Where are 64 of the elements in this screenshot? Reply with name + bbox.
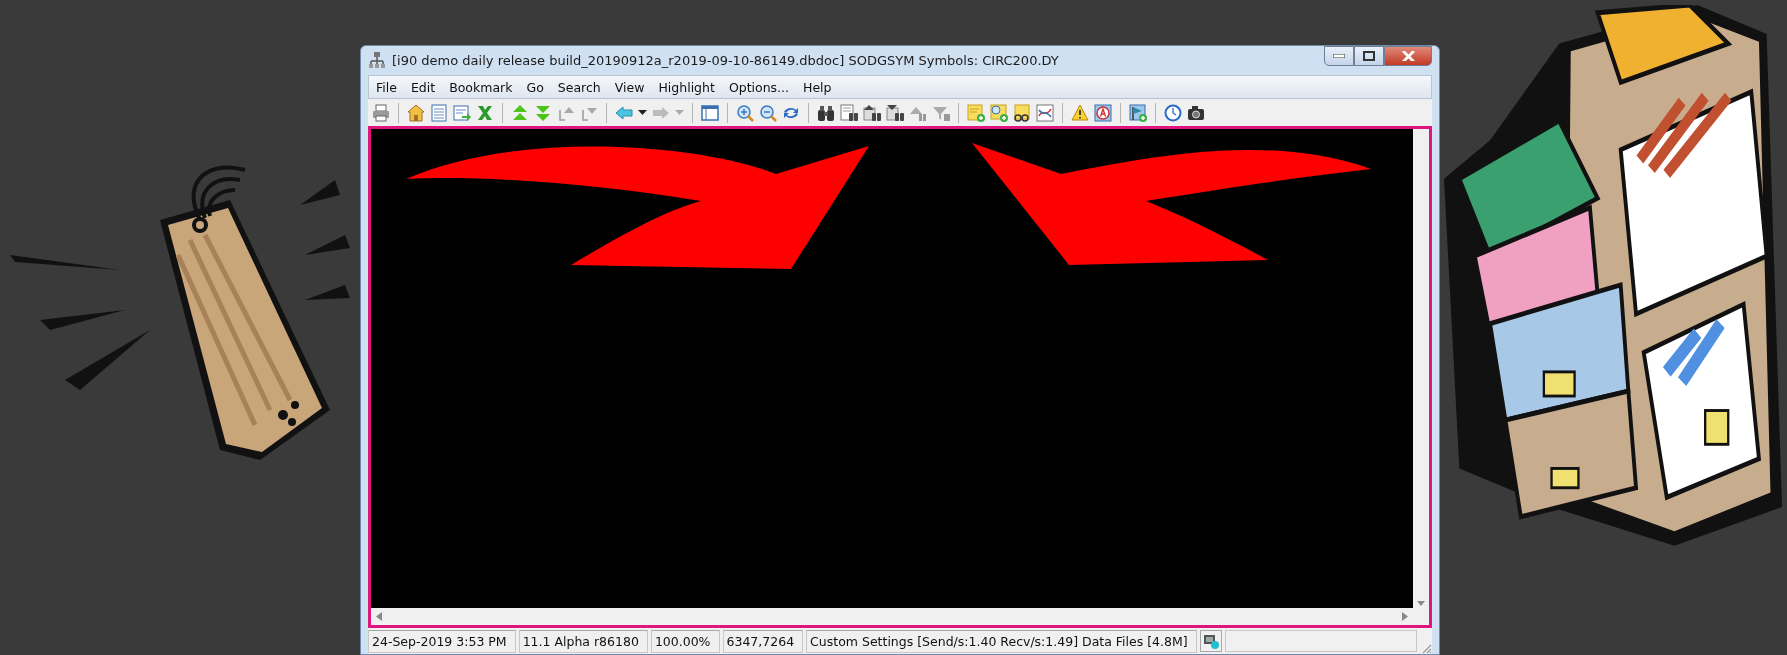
back-arrow-icon	[615, 103, 633, 122]
clock-button[interactable]	[1163, 102, 1183, 123]
menu-item[interactable]: Edit	[403, 79, 443, 95]
maximize-icon	[1363, 51, 1375, 61]
note-plus-button[interactable]	[966, 102, 986, 123]
menu-item[interactable]: View	[607, 79, 652, 95]
zoom-out-icon	[759, 103, 777, 122]
menu-item[interactable]: Search	[550, 79, 608, 95]
status-text: 6347,7264	[722, 629, 804, 653]
clock-icon	[1164, 103, 1182, 122]
menu-item[interactable]: Highlight	[651, 79, 722, 95]
caret-icon	[675, 110, 684, 115]
note-plus-icon	[967, 103, 985, 122]
flag-plus-button[interactable]	[1128, 102, 1148, 123]
scroll-left-icon	[375, 612, 383, 621]
binoculars-icon	[817, 103, 835, 122]
scroll-right-icon	[1401, 612, 1409, 621]
zoom-out-button[interactable]	[758, 102, 778, 123]
letter-a-icon	[1094, 103, 1112, 122]
menu-item[interactable]: Bookmark	[442, 79, 520, 95]
status-text: Custom Settings [Send/s:1.40 Recv/s:1.49] Data Files [4.8M]	[806, 629, 1197, 653]
down-arrow-binoculars-button[interactable]	[885, 102, 905, 123]
line-chart-icon	[1036, 103, 1054, 122]
minimize-icon	[1333, 54, 1345, 58]
status-text: 24-Sep-2019 3:53 PM	[368, 629, 516, 653]
home-icon	[407, 103, 425, 122]
warning-icon	[1071, 103, 1089, 122]
maximize-button[interactable]	[1354, 46, 1384, 66]
print-icon	[372, 103, 390, 122]
document-icon	[430, 103, 448, 122]
caret-icon	[638, 110, 647, 115]
scroll-down-icon	[1417, 599, 1425, 608]
status-text: 11.1 Alpha r86180	[518, 629, 648, 653]
flag-plus-icon	[1129, 103, 1147, 122]
zoom-in-button[interactable]	[735, 102, 755, 123]
app-icon	[368, 51, 386, 69]
double-up-arrow-icon	[511, 103, 529, 122]
document-binoculars-button[interactable]	[839, 102, 859, 123]
menu-item[interactable]: Help	[796, 79, 839, 95]
close-icon	[1401, 50, 1415, 62]
minimize-button[interactable]	[1324, 46, 1354, 66]
document-binoculars-icon	[840, 103, 858, 122]
note-clock-icon	[990, 103, 1008, 122]
zoom-in-icon	[736, 103, 754, 122]
document-arrow-button[interactable]	[452, 102, 472, 123]
warning-button[interactable]	[1070, 102, 1090, 123]
x-icon	[476, 103, 494, 122]
close-button[interactable]	[1384, 46, 1432, 66]
resize-grip-icon	[1420, 642, 1432, 654]
menu-item[interactable]: Options...	[721, 79, 797, 95]
home-button[interactable]	[406, 102, 426, 123]
status-text: 100.00%	[650, 629, 720, 653]
down-arrow-binoculars-icon	[886, 103, 904, 122]
letter-a-button[interactable]	[1093, 102, 1113, 123]
camera-icon	[1187, 103, 1205, 122]
print-button[interactable]	[371, 102, 391, 123]
window-title: [i90 demo daily release build_20190912a_r2019-09-10-86149.dbdoc] SODGSYM Symbols: CIRC200.DY	[392, 52, 1060, 68]
line-chart-button[interactable]	[1035, 102, 1055, 123]
document-button[interactable]	[429, 102, 449, 123]
window-icon	[701, 103, 719, 122]
menu-item[interactable]: File	[369, 79, 404, 95]
double-down-arrow-icon	[534, 103, 552, 122]
menu-item[interactable]: Go	[519, 79, 551, 95]
window-button[interactable]	[700, 102, 720, 123]
